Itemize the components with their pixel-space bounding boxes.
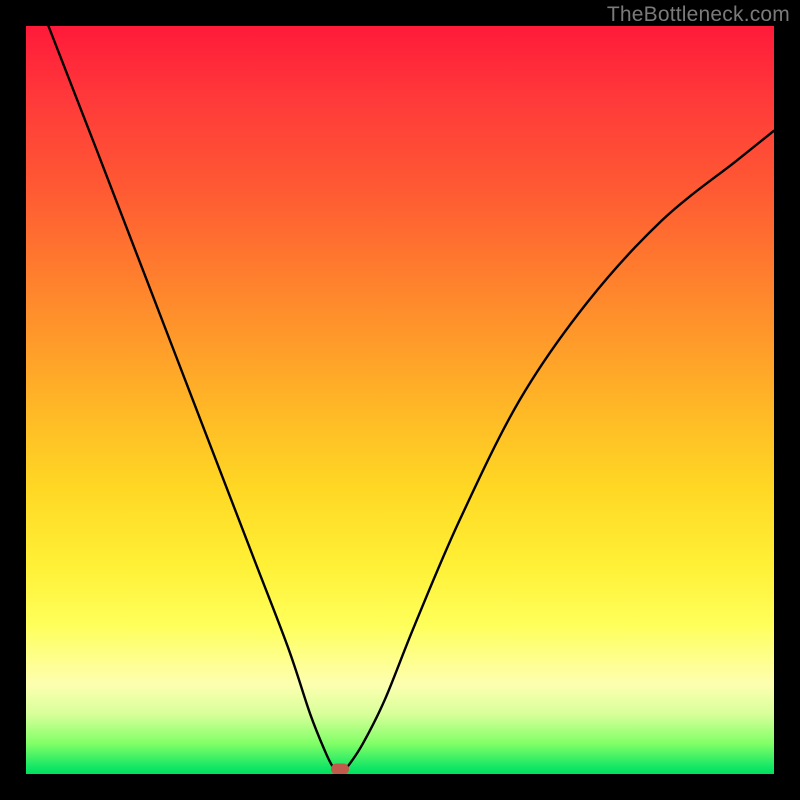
bottleneck-curve: [48, 26, 774, 774]
curve-layer: [26, 26, 774, 774]
chart-frame: TheBottleneck.com: [0, 0, 800, 800]
plot-area: [26, 26, 774, 774]
optimum-marker: [331, 763, 349, 774]
watermark-text: TheBottleneck.com: [607, 3, 790, 27]
